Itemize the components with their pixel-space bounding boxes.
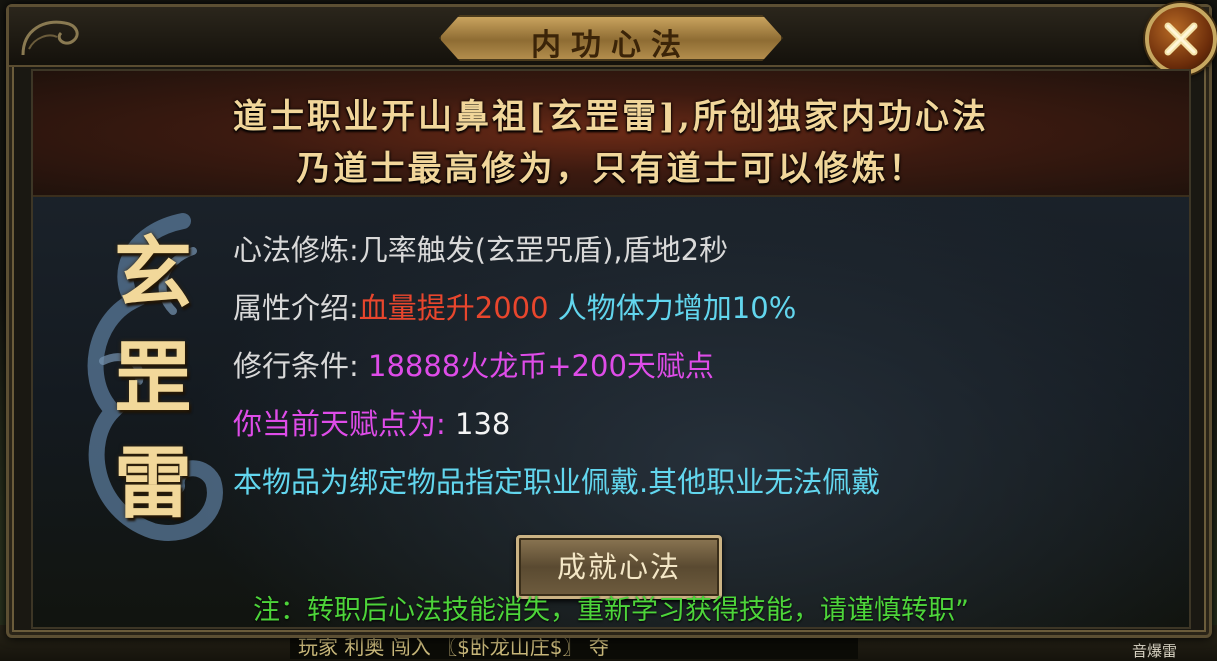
requirement-row: 修行条件: 18888火龙币+200天赋点	[233, 337, 1173, 395]
skill-emblem: 玄 罡 雷	[73, 211, 233, 541]
game-scene: 玩家 利奥 闯入 〖$卧龙山庄$〗 夺 音爆雷 内功心法 道士职业开山鼻祖[玄罡…	[0, 0, 1217, 661]
corner-ornament-icon	[21, 20, 79, 56]
inner-skill-dialog: 内功心法 道士职业开山鼻祖[玄罡雷],所创独家内功心法 乃道士最高修为，只有道士…	[6, 3, 1217, 638]
requirement-value: 18888火龙币+200天赋点	[358, 349, 714, 383]
close-x-icon	[1164, 22, 1198, 56]
learn-skill-button[interactable]: 成就心法	[516, 535, 722, 599]
intro-banner: 道士职业开山鼻祖[玄罡雷],所创独家内功心法 乃道士最高修为，只有道士可以修炼！	[33, 71, 1189, 197]
title-plate: 内功心法	[439, 15, 783, 61]
bind-note-row: 本物品为绑定物品指定职业佩戴.其他职业无法佩戴	[233, 453, 1173, 511]
emblem-char-lei: 雷	[113, 438, 192, 529]
attribute-stamina-boost: 人物体力增加10%	[548, 291, 797, 325]
close-button[interactable]	[1145, 3, 1217, 75]
emblem-char-xuan: 玄	[113, 228, 192, 319]
talent-row: 你当前天赋点为: 138	[233, 395, 1173, 453]
background-chat-text: 玩家 利奥 闯入 〖$卧龙山庄$〗 夺	[290, 635, 858, 659]
attribute-row: 属性介绍:血量提升2000 人物体力增加10%	[233, 279, 1173, 337]
dialog-titlebar: 内功心法	[9, 3, 1217, 75]
dialog-title: 内功心法	[531, 28, 691, 63]
bind-note: 本物品为绑定物品指定职业佩戴.其他职业无法佩戴	[233, 465, 881, 499]
cultivation-row: 心法修炼:几率触发(玄罡咒盾),盾地2秒	[233, 221, 1173, 279]
cultivation-label: 心法修炼:	[233, 233, 359, 267]
talent-label: 你当前天赋点为:	[233, 407, 446, 441]
attribute-label: 属性介绍:	[233, 291, 359, 325]
talent-value: 138	[445, 407, 511, 441]
warning-note: 注：转职后心法技能消失，重新学习获得技能，请谨慎转职”	[253, 595, 969, 626]
skill-info: 心法修炼:几率触发(玄罡咒盾),盾地2秒 属性介绍:血量提升2000 人物体力增…	[233, 221, 1173, 511]
cultivation-value: 几率触发(玄罡咒盾),盾地2秒	[358, 233, 729, 267]
attribute-hp-boost: 血量提升2000	[358, 291, 549, 325]
banner-line-1: 道士职业开山鼻祖[玄罡雷],所创独家内功心法	[232, 97, 989, 137]
background-skill-label: 音爆雷	[1131, 642, 1177, 660]
emblem-char-gang: 罡	[113, 333, 192, 424]
banner-line-2: 乃道士最高修为，只有道士可以修炼！	[296, 149, 926, 189]
requirement-label: 修行条件:	[233, 349, 359, 383]
dialog-content: 道士职业开山鼻祖[玄罡雷],所创独家内功心法 乃道士最高修为，只有道士可以修炼！…	[31, 69, 1191, 629]
